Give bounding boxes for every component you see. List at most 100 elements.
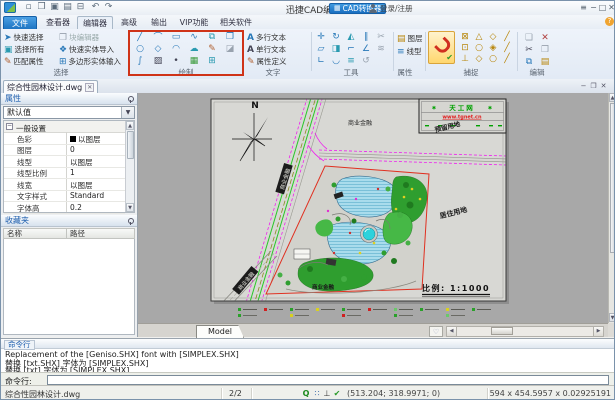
snap-nearest-toggle[interactable]: ╱ — [500, 31, 514, 42]
vertical-scrollbar[interactable]: ▲ ▼ — [608, 93, 615, 323]
menu-icon[interactable]: ≡ — [579, 2, 588, 14]
tab-vip[interactable]: VIP功能 — [175, 16, 213, 29]
redo-icon[interactable]: ↷ — [103, 1, 114, 14]
revision-cloud-tool[interactable]: ☁ — [187, 43, 201, 54]
properties-preset-dropdown[interactable]: 默认值 ▼ — [3, 106, 135, 119]
snap-midpoint-toggle[interactable]: △ — [472, 31, 486, 42]
tab-viewer[interactable]: 查看器 — [41, 16, 75, 29]
scale-tool[interactable]: ▱ — [314, 43, 328, 54]
drawing-canvas[interactable]: N ✱ 天工网 ✱ www.tgnet.cn 预留用地 — [138, 93, 608, 323]
save-as-icon[interactable]: ▤ — [62, 1, 73, 14]
snap-node-toggle[interactable]: ◇ — [486, 31, 500, 42]
snap-insert-toggle[interactable]: ◇ — [472, 53, 486, 64]
mdi-restore-icon[interactable]: ❐ — [589, 81, 598, 91]
eraser-tool[interactable]: ◪ — [223, 43, 237, 54]
snap-toggle-button[interactable]: ✔ — [428, 31, 455, 64]
polygon-tool[interactable]: ◇ — [151, 43, 165, 54]
sketch-tool[interactable]: ✎ — [205, 43, 219, 54]
delete-button[interactable]: ✕ — [538, 32, 552, 43]
polygon-entity-input-button[interactable]: ⊞多边形实体输入 — [59, 56, 121, 67]
snap-circle-toggle[interactable]: ○ — [472, 42, 486, 53]
favorites-col-path[interactable]: 路径 — [66, 228, 135, 239]
snap-quadrant-toggle[interactable]: ◈ — [486, 42, 500, 53]
save-icon[interactable]: ▣ — [49, 1, 60, 14]
document-close-icon[interactable]: ✕ — [85, 83, 94, 92]
scroll-down-icon[interactable]: ▼ — [126, 203, 134, 212]
snap-intersection-toggle[interactable]: ○ — [486, 53, 500, 64]
layout-icon[interactable]: ♡ — [429, 326, 443, 337]
print-icon[interactable]: ⊟ — [75, 1, 86, 14]
table-tool[interactable]: ⊞ — [205, 55, 219, 66]
command-input[interactable] — [47, 375, 609, 385]
snap-extension-toggle[interactable]: ╱ — [500, 53, 514, 64]
scroll-left-icon[interactable]: ◀ — [447, 327, 457, 336]
model-tab[interactable]: Model — [196, 325, 244, 338]
scrollbar-thumb[interactable] — [491, 327, 513, 335]
new-file-icon[interactable]: ▫ — [23, 1, 34, 14]
ortho-toggle-icon[interactable]: ⊥ — [322, 388, 332, 399]
maximize-button[interactable]: □ — [598, 2, 607, 14]
polyline-tool[interactable]: ⌒ — [151, 31, 165, 42]
linetype-button[interactable]: ≡线型 — [397, 46, 422, 57]
undo-icon[interactable]: ↶ — [90, 1, 101, 14]
copy-button[interactable]: ❐ — [538, 44, 552, 55]
single-text-button[interactable]: A单行文本 — [247, 44, 286, 55]
chamfer-tool[interactable]: ⌐ — [344, 43, 358, 54]
document-tab[interactable]: 综合性园林设计.dwg ✕ — [3, 80, 98, 93]
scrollbar-thumb[interactable] — [127, 131, 134, 159]
arc-tool[interactable]: ◠ — [169, 43, 183, 54]
close-button[interactable]: ✕ — [607, 2, 615, 14]
curve-tool[interactable]: ∫ — [133, 55, 147, 66]
tab-file[interactable]: 文件 — [3, 16, 37, 29]
collapse-icon[interactable]: − — [6, 123, 13, 130]
scroll-up-icon[interactable]: ▲ — [126, 121, 134, 130]
duplicate-button[interactable]: ⧉ — [522, 56, 536, 67]
properties-scrollbar[interactable]: ▲ ▼ — [125, 121, 134, 212]
snap-perpendicular-toggle[interactable]: ⊥ — [458, 53, 472, 64]
mirror-tool[interactable]: ◭ — [344, 31, 358, 42]
grid-toggle-icon[interactable]: ∷ — [312, 388, 322, 399]
block-editor-button[interactable]: ❐块编辑器 — [59, 32, 99, 43]
snap-status-icon[interactable]: ✔ — [332, 388, 342, 399]
insert-image-button[interactable]: ▤ — [538, 56, 552, 67]
match-properties-button[interactable]: ✎匹配属性 — [4, 56, 44, 67]
quick-select-button[interactable]: ➤快速选择 — [4, 32, 44, 43]
paste-button[interactable]: ❏ — [522, 32, 536, 43]
tab-related[interactable]: 相关软件 — [215, 16, 257, 29]
tab-advanced[interactable]: 高级 — [115, 16, 143, 29]
tab-output[interactable]: 输出 — [145, 16, 173, 29]
undo-mark-tool[interactable]: ↺ — [359, 55, 373, 66]
horizontal-scrollbar[interactable]: ◀ ▶ — [446, 326, 604, 337]
offset-tool[interactable]: ∥ — [359, 31, 373, 42]
fillet-tool[interactable]: ◡ — [329, 55, 343, 66]
circle-tool[interactable]: ○ — [133, 43, 147, 54]
scroll-right-icon[interactable]: ▶ — [593, 327, 603, 336]
mtext-button[interactable]: A多行文本 — [247, 32, 286, 43]
snap-tangent-toggle[interactable]: ╱ — [500, 42, 514, 53]
login-button[interactable]: 登录/注册 — [369, 3, 413, 14]
favorites-list[interactable] — [3, 239, 135, 335]
scrollbar-thumb[interactable] — [610, 103, 615, 253]
attribute-define-button[interactable]: ✎属性定义 — [247, 56, 287, 67]
angle-tool[interactable]: ∠ — [359, 43, 373, 54]
open-file-icon[interactable]: ❒ — [36, 1, 47, 14]
image-tool[interactable]: ▦ — [187, 55, 201, 66]
extend-tool[interactable]: ∟ — [314, 55, 328, 66]
block-tool[interactable]: ❐ — [223, 31, 237, 42]
line-tool[interactable]: ╱ — [133, 31, 147, 42]
scroll-up-icon[interactable]: ▲ — [609, 93, 615, 102]
mdi-minimize-icon[interactable]: − — [579, 81, 588, 91]
pin-icon[interactable] — [126, 96, 133, 103]
rotate-tool[interactable]: ↻ — [329, 31, 343, 42]
stretch-tool[interactable]: ◨ — [329, 43, 343, 54]
hatch-tool[interactable]: ▨ — [151, 55, 165, 66]
rectangle-tool[interactable]: ▭ — [169, 31, 183, 42]
help-icon[interactable]: ? — [605, 17, 614, 26]
zoom-tool-icon[interactable]: Q — [301, 388, 311, 399]
point-tool[interactable]: • — [169, 55, 183, 66]
property-row-font-height[interactable]: 字体高 0.2 — [4, 201, 125, 214]
copy-object-tool[interactable]: ⧉ — [205, 31, 219, 42]
snap-endpoint-toggle[interactable]: ⊠ — [458, 31, 472, 42]
select-all-button[interactable]: ▣选择所有 — [4, 44, 45, 55]
align-tool[interactable]: ≡ — [344, 55, 358, 66]
